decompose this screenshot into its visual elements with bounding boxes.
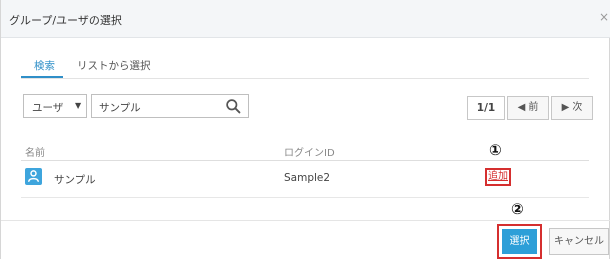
page-count: 1/1 xyxy=(467,96,505,120)
next-page-button[interactable]: ▶ 次 xyxy=(551,96,593,120)
selected-type-label: ユーザ xyxy=(32,102,64,114)
tab-divider xyxy=(21,78,589,79)
row-divider xyxy=(21,197,589,198)
previous-page-button[interactable]: ◀ 前 xyxy=(507,96,549,120)
user-icon xyxy=(25,168,42,185)
footer-divider xyxy=(1,220,610,221)
user-type-select[interactable]: ユーザ ▼ xyxy=(23,94,87,118)
column-login-id-header: ログインID xyxy=(284,148,335,159)
dialog-header: グループ/ユーザの選択 × xyxy=(1,0,610,38)
add-user-link[interactable]: 追加 xyxy=(485,168,511,186)
tab-select-from-list[interactable]: リストから選択 xyxy=(77,58,151,73)
triangle-down-icon: ▼ xyxy=(75,101,82,110)
table-header-divider xyxy=(21,160,589,161)
tab-search[interactable]: 検索 xyxy=(34,58,55,73)
select-button[interactable]: 選択 xyxy=(502,229,537,254)
dialog-title: グループ/ユーザの選択 xyxy=(9,14,122,27)
annotation-marker-1: ① xyxy=(489,141,502,159)
annotation-marker-2: ② xyxy=(511,200,524,218)
select-button-highlight: 選択 xyxy=(497,224,542,259)
search-icon[interactable] xyxy=(225,98,242,115)
user-name: サンプル xyxy=(54,174,96,186)
cancel-button[interactable]: キャンセル xyxy=(549,228,609,255)
search-value: サンプル xyxy=(99,102,141,114)
search-input[interactable]: サンプル xyxy=(91,94,249,118)
close-icon[interactable]: × xyxy=(599,10,609,24)
login-id: Sample2 xyxy=(284,172,331,184)
column-name-header: 名前 xyxy=(25,148,45,159)
select-group-user-dialog: グループ/ユーザの選択 × 検索 リストから選択 ユーザ ▼ サンプル 1/1 … xyxy=(0,0,610,259)
